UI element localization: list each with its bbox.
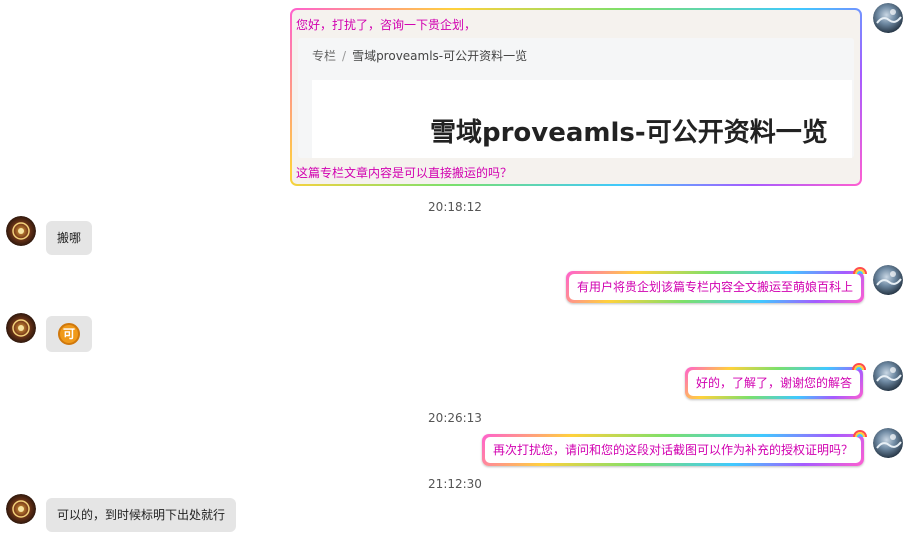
incoming-sticker-message[interactable]: 可 [46,316,92,352]
rainbow-icon [853,267,868,275]
timestamp: 21:12:30 [428,477,482,491]
sticker-icon: 可 [58,323,80,345]
incoming-message[interactable]: 可以的，到时候标明下出处就行 [46,498,237,532]
timestamp: 20:26:13 [428,411,482,425]
contact-avatar[interactable] [6,313,36,343]
breadcrumb-root: 专栏 [312,49,337,63]
card-question: 这篇专栏文章内容是可以直接搬运的吗？ [296,166,513,180]
outgoing-message[interactable]: 有用户将贵企划该篇专栏内容全文搬运至萌娘百科上 [566,267,868,303]
self-avatar[interactable] [873,265,903,295]
timestamp: 20:18:12 [428,200,482,214]
card-body: 您好，打扰了，咨询一下贵企划， 专栏 / 雪域proveamls-可公开资料一览 雪… [292,10,860,184]
self-avatar[interactable] [873,3,903,33]
breadcrumb: 专栏 / 雪域proveamls-可公开资料一览 [312,47,527,64]
outgoing-card-message[interactable]: 您好，打扰了，咨询一下贵企划， 专栏 / 雪域proveamls-可公开资料一览 雪… [290,8,862,186]
outgoing-message-text: 好的，了解了，谢谢您的解答 [688,370,861,396]
contact-avatar[interactable] [6,494,36,524]
outgoing-message-text: 再次打扰您，请问和您的这段对话截图可以作为补充的授权证明吗？ [485,437,862,463]
rainbow-icon [852,363,867,371]
card-greeting: 您好，打扰了，咨询一下贵企划， [296,18,477,32]
article-title: 雪域proveamls-可公开资料一览 [430,118,828,148]
article-header-area: 雪域proveamls-可公开资料一览 [312,80,852,158]
chat-window: 您好，打扰了，咨询一下贵企划， 专栏 / 雪域proveamls-可公开资料一览 雪… [0,0,903,533]
contact-avatar[interactable] [6,216,36,246]
self-avatar[interactable] [873,361,903,391]
article-screenshot[interactable]: 专栏 / 雪域proveamls-可公开资料一览 雪域proveamls-可公开资料… [298,38,854,158]
outgoing-message[interactable]: 好的，了解了，谢谢您的解答 [685,363,867,399]
self-avatar[interactable] [873,428,903,458]
breadcrumb-separator: / [342,49,347,63]
rainbow-icon [853,430,868,438]
outgoing-message-text: 有用户将贵企划该篇专栏内容全文搬运至萌娘百科上 [569,274,862,300]
incoming-message[interactable]: 搬哪 [46,221,93,255]
breadcrumb-current: 雪域proveamls-可公开资料一览 [352,49,528,63]
outgoing-message[interactable]: 再次打扰您，请问和您的这段对话截图可以作为补充的授权证明吗？ [482,430,868,466]
